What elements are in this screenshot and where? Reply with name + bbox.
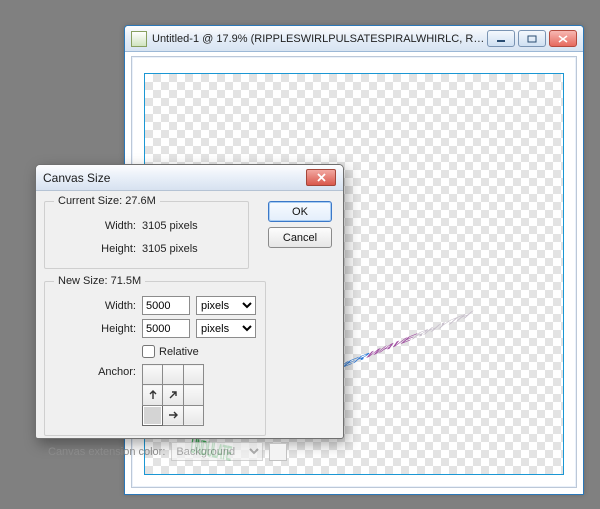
dialog-titlebar[interactable]: Canvas Size [36, 165, 343, 191]
maximize-button[interactable] [518, 30, 546, 47]
artword-4: RHYTH [406, 308, 477, 344]
current-width-label: Width: [54, 220, 142, 232]
anchor-cell-8[interactable] [183, 405, 203, 425]
new-size-legend: New Size: 71.5M [54, 275, 145, 287]
extension-color-swatch [269, 443, 287, 461]
dialog-body: Current Size: 27.6M Width: 3105 pixels H… [44, 195, 335, 430]
arrow-up-icon [146, 388, 160, 402]
document-window-buttons [487, 30, 577, 47]
extension-color-select: Background [171, 442, 263, 461]
arrow-right-icon [166, 408, 180, 422]
dialog-title: Canvas Size [43, 171, 306, 185]
anchor-grid[interactable] [142, 364, 204, 426]
current-width-value: 3105 pixels [142, 220, 198, 232]
current-height-value: 3105 pixels [142, 243, 198, 255]
anchor-cell-7[interactable] [163, 405, 183, 425]
new-width-unit-select[interactable]: pixels [196, 296, 256, 315]
relative-label: Relative [159, 346, 199, 358]
document-titlebar[interactable]: Untitled-1 @ 17.9% (RIPPLESWIRLPULSATESP… [125, 26, 583, 52]
extension-color-label: Canvas extension color: [48, 446, 165, 458]
anchor-cell-2[interactable] [183, 365, 203, 385]
anchor-cell-4[interactable] [163, 385, 183, 405]
new-size-group: New Size: 71.5M Width: pixels Height: pi… [44, 275, 266, 436]
canvas-size-dialog: Canvas Size OK Cancel Current Size: 27.6… [35, 164, 344, 439]
anchor-cell-3[interactable] [143, 385, 163, 405]
anchor-cell-6[interactable] [143, 405, 163, 425]
current-size-group: Current Size: 27.6M Width: 3105 pixels H… [44, 195, 249, 269]
relative-checkbox[interactable] [142, 345, 155, 358]
new-width-label: Width: [54, 300, 142, 312]
new-height-label: Height: [54, 323, 142, 335]
minimize-button[interactable] [487, 30, 515, 47]
new-height-input[interactable] [142, 319, 190, 338]
artword-3: WAVE [360, 331, 421, 363]
anchor-label: Anchor: [54, 364, 142, 378]
document-title: Untitled-1 @ 17.9% (RIPPLESWIRLPULSATESP… [152, 33, 487, 45]
arrow-up-right-icon [166, 388, 180, 402]
extension-color-row: Canvas extension color: Background [44, 442, 335, 461]
close-button[interactable] [549, 30, 577, 47]
dialog-close-button[interactable] [306, 169, 336, 186]
new-width-input[interactable] [142, 296, 190, 315]
document-icon [131, 31, 147, 47]
anchor-cell-5[interactable] [183, 385, 203, 405]
anchor-cell-1[interactable] [163, 365, 183, 385]
current-size-legend: Current Size: 27.6M [54, 195, 160, 207]
new-height-unit-select[interactable]: pixels [196, 319, 256, 338]
anchor-cell-0[interactable] [143, 365, 163, 385]
current-height-label: Height: [54, 243, 142, 255]
